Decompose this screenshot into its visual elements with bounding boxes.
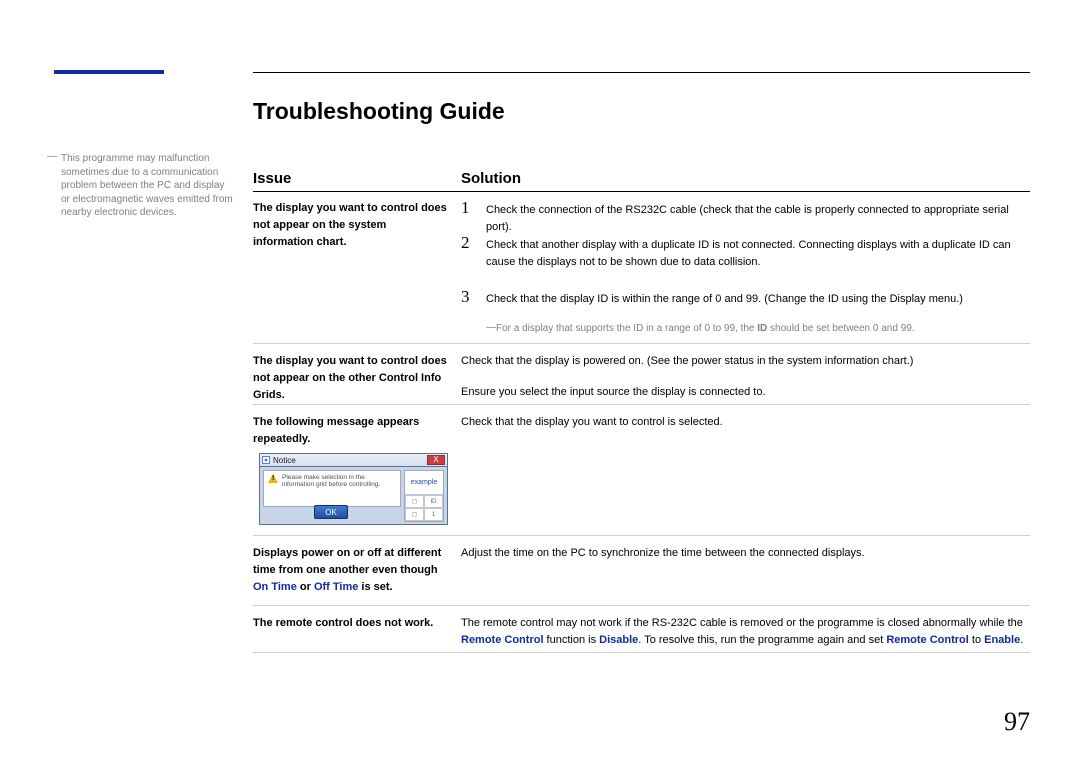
step-number: 3 (461, 287, 470, 307)
solution-text: Adjust the time on the PC to synchronize… (461, 545, 1031, 562)
issue-text: Displays power on or off at different ti… (253, 545, 448, 596)
solution-text: Ensure you select the input source the d… (461, 384, 1031, 401)
solution-text: Check that the display is powered on. (S… (461, 353, 1031, 370)
issue-segment: Displays power on or off at different ti… (253, 547, 441, 576)
ok-button: OK (314, 505, 348, 519)
issue-text: The display you want to control does not… (253, 353, 448, 404)
solution-text: Check that the display you want to contr… (461, 414, 1031, 431)
solution-segment: to (969, 634, 984, 646)
row-divider (253, 343, 1030, 344)
dialog-title-text: Notice (273, 456, 296, 465)
dialog-titlebar: Notice X (259, 453, 448, 466)
mini-cell: ID (424, 495, 443, 508)
mini-cell: ◻ (405, 495, 424, 508)
solution-text: The remote control may not work if the R… (461, 615, 1031, 649)
blue-term: Disable (599, 634, 638, 646)
column-header-solution: Solution (461, 170, 521, 187)
dialog-app-icon (262, 456, 270, 464)
issue-segment: is set. (358, 581, 392, 593)
warning-icon (268, 474, 278, 483)
step-number: 1 (461, 198, 470, 218)
blue-term: Enable (984, 634, 1020, 646)
issue-segment: or (297, 581, 314, 593)
example-label: example (405, 471, 443, 495)
dialog-message-box: Please make selection in the information… (263, 470, 401, 507)
side-note: ― This programme may malfunction sometim… (54, 152, 236, 220)
page-title: Troubleshooting Guide (253, 98, 505, 125)
solution-text: Check that the display ID is within the … (486, 291, 1031, 308)
mini-cell: ◻ (405, 508, 424, 521)
mini-cell: 1 (424, 508, 443, 521)
step-number: 2 (461, 233, 470, 253)
dash-icon: ― (47, 150, 57, 164)
issue-text: The remote control does not work. (253, 615, 448, 632)
column-header-issue: Issue (253, 170, 291, 187)
dialog-side-panel: example ◻ ID ◻ 1 (404, 470, 444, 522)
close-icon: X (427, 455, 445, 465)
side-note-text: This programme may malfunction sometimes… (61, 153, 233, 218)
solution-segment: The remote control may not work if the R… (461, 617, 1023, 629)
dialog-body: Please make selection in the information… (259, 466, 448, 525)
row-divider (253, 652, 1030, 653)
accent-bar (54, 70, 164, 74)
dialog-message: Please make selection in the information… (282, 474, 396, 489)
blue-term: Off Time (314, 581, 358, 593)
footnote-text: For a display that supports the ID in a … (496, 323, 757, 334)
blue-term: Remote Control (886, 634, 969, 646)
dialog-screenshot: Notice X Please make selection in the in… (259, 453, 448, 525)
blue-term: Remote Control (461, 634, 544, 646)
page-number: 97 (1004, 707, 1030, 737)
solution-segment: . To resolve this, run the programme aga… (638, 634, 886, 646)
issue-text: The following message appears repeatedly… (253, 414, 448, 448)
footnote: ― For a display that supports the ID in … (496, 322, 1031, 336)
dash-icon: ― (486, 321, 496, 335)
mini-grid: ◻ ID ◻ 1 (405, 495, 443, 521)
blue-term: On Time (253, 581, 297, 593)
row-divider (253, 404, 1030, 405)
footnote-text: should be set between 0 and 99. (767, 323, 914, 334)
row-divider (253, 535, 1030, 536)
solution-text: Check that another display with a duplic… (486, 237, 1031, 271)
solution-text: Check the connection of the RS232C cable… (486, 202, 1031, 236)
solution-segment: function is (544, 634, 600, 646)
row-divider (253, 605, 1030, 606)
solution-segment: . (1020, 634, 1023, 646)
header-rule (253, 191, 1030, 192)
top-rule (253, 72, 1030, 73)
footnote-bold: ID (757, 323, 767, 334)
issue-text: The display you want to control does not… (253, 200, 448, 251)
